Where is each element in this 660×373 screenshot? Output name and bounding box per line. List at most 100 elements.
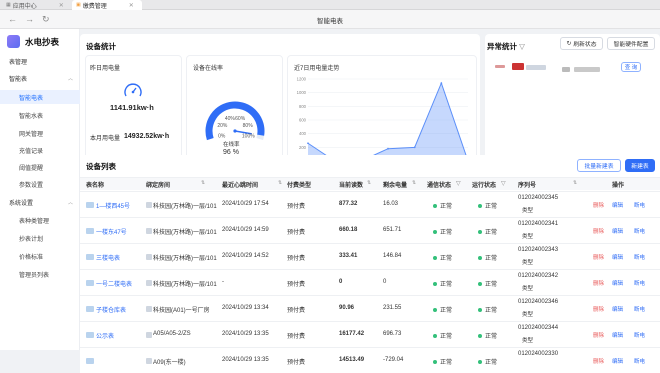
edit-link[interactable]: 编辑 — [612, 253, 623, 261]
table-row[interactable]: 子楼仓库表 科技园(A01)一号厂房 2024/10/29 13:34 预付费 90.9… — [80, 295, 660, 321]
sidebar-item-meter-types[interactable]: 表种类管理 — [0, 213, 80, 227]
data-point[interactable] — [413, 146, 416, 149]
sidebar-item-admin-list[interactable]: 管理员列表 — [0, 267, 80, 281]
close-icon[interactable]: ✕ — [59, 2, 64, 9]
sort-icon[interactable]: ⇅ — [573, 180, 577, 186]
edit-link[interactable]: 编辑 — [612, 279, 623, 287]
sidebar-item-params[interactable]: 参数设置 — [0, 177, 80, 191]
sidebar-item-threshold[interactable]: 阈值提醒 — [0, 160, 80, 174]
cell-comm: 正常 — [433, 331, 452, 340]
table-row[interactable]: 三楼电表 科技园(万林路)一层/101 2024/10/29 14:52 预付费 333… — [80, 243, 660, 269]
sidebar-item-recharge[interactable]: 充值记录 — [0, 143, 80, 157]
cell-name[interactable]: 一楼东47号 — [96, 227, 127, 236]
power-off-link[interactable]: 断电 — [634, 331, 645, 339]
cell-reading: 14513.49 — [339, 357, 365, 363]
delete-link[interactable]: 删除 — [593, 279, 604, 287]
sidebar-item-smart-electric-meter[interactable]: 智能电表 — [0, 90, 80, 104]
sidebar-item-system-settings[interactable]: 系统设置 ︿ — [0, 195, 80, 209]
table-row[interactable]: 1—楼西45号 科技园(万林路)一层/101 2024/10/29 17:54 预付费… — [80, 191, 660, 217]
gauge-tick-label: 100% — [242, 133, 255, 139]
power-off-link[interactable]: 断电 — [634, 279, 645, 287]
sidebar-item-reading-plan[interactable]: 抄表计划 — [0, 231, 80, 245]
data-point[interactable] — [440, 82, 443, 84]
col-header-comm: 通信状态 — [427, 183, 452, 189]
close-icon[interactable]: ✕ — [129, 2, 134, 9]
status-dot-icon — [433, 282, 437, 287]
edit-link[interactable]: 编辑 — [612, 201, 623, 209]
sort-icon[interactable]: ⇅ — [367, 180, 371, 186]
sidebar-item-meter-management[interactable]: 表管理 — [0, 54, 80, 68]
month-usage-value: 14932.52kw·h — [124, 133, 170, 140]
edit-link[interactable]: 编辑 — [612, 331, 623, 339]
power-off-link[interactable]: 断电 — [634, 253, 645, 261]
cell-serial: 012024002341 — [518, 221, 559, 227]
cell-run: 正常 — [478, 279, 497, 288]
delete-link[interactable]: 删除 — [593, 331, 604, 339]
edit-link[interactable]: 编辑 — [612, 227, 623, 235]
cell-name[interactable]: 子楼仓库表 — [96, 305, 126, 314]
button-label: 智能硬件配置 — [613, 42, 649, 48]
sidebar-item-label: 充值记录 — [19, 148, 44, 155]
sort-icon[interactable]: ⇅ — [412, 180, 416, 186]
filter-icon[interactable]: ▽ — [501, 180, 506, 187]
y-tick-label: 1200 — [297, 77, 307, 82]
data-point[interactable] — [387, 147, 389, 150]
cell-name[interactable]: 公示表 — [96, 331, 114, 340]
device-list-title: 设备列表 — [86, 162, 116, 171]
cell-serial: 012024002346 — [518, 299, 559, 305]
sidebar-item-smart-meter[interactable]: 智能表 ︿ — [0, 71, 80, 85]
delete-link[interactable]: 删除 — [593, 227, 604, 235]
tab-app-center[interactable]: ▦ 应用中心 ✕ — [2, 0, 72, 10]
sort-icon[interactable]: ⇅ — [201, 180, 205, 186]
sidebar-item-label: 表种类管理 — [19, 218, 50, 225]
power-off-link[interactable]: 断电 — [634, 201, 645, 209]
delete-link[interactable]: 删除 — [593, 305, 604, 313]
cell-run: 正常 — [478, 305, 497, 314]
cell-reading: 90.96 — [339, 305, 355, 311]
sidebar-item-smart-water-meter[interactable]: 智能水表 — [0, 108, 80, 122]
status-text: 正常 — [440, 308, 453, 314]
table-row[interactable]: 一楼东47号 科技园(万林路)一层/101 2024/10/29 14:59 预付费 6… — [80, 217, 660, 243]
redacted-text — [146, 254, 152, 260]
query-button[interactable]: 查 询 — [621, 62, 641, 72]
edit-link[interactable]: 编辑 — [612, 305, 623, 313]
sidebar-item-label: 抄表计划 — [19, 236, 44, 243]
table-row[interactable]: 一号二楼电表 科技园(万林路)一层/101- 预付费 0 0 正常 正常 0120240023… — [80, 269, 660, 295]
status-text: 正常 — [440, 360, 453, 366]
redacted-text — [86, 358, 94, 364]
power-off-link[interactable]: 断电 — [634, 227, 645, 235]
cell-room: 科技园(万林路)一层/101 — [153, 230, 217, 236]
cell-name[interactable]: 三楼电表 — [96, 253, 120, 262]
sidebar-item-label: 系统设置 — [9, 200, 34, 207]
refresh-status-button[interactable]: ↻ 刷新状态 — [560, 37, 603, 50]
status-dot-icon — [433, 256, 437, 261]
power-off-link[interactable]: 断电 — [634, 305, 645, 313]
filter-icon[interactable]: ▽ — [456, 180, 461, 187]
power-off-link[interactable]: 断电 — [634, 357, 645, 365]
batch-new-button[interactable]: 批量新建表 — [577, 159, 621, 172]
status-dot-icon — [433, 360, 437, 365]
cell-name[interactable]: 一号二楼电表 — [96, 279, 132, 288]
data-point[interactable] — [307, 142, 309, 145]
redacted-text — [495, 65, 505, 68]
delete-link[interactable]: 删除 — [593, 201, 604, 209]
new-meter-button[interactable]: 新建表 — [625, 159, 655, 172]
cell-remaining: 231.55 — [383, 305, 402, 311]
stats-title: 设备统计 — [86, 42, 116, 51]
sort-icon[interactable]: ⇅ — [278, 180, 282, 186]
hardware-config-button[interactable]: 智能硬件配置 — [607, 37, 655, 50]
delete-link[interactable]: 删除 — [593, 357, 604, 365]
delete-link[interactable]: 删除 — [593, 253, 604, 261]
table-row[interactable]: 公示表 A05/A05-2/ZS 2024/10/29 13:35 预付费 16177.… — [80, 321, 660, 347]
cell-name[interactable]: 1—楼西45号 — [96, 201, 130, 210]
sidebar-item-price-standard[interactable]: 价格标准 — [0, 249, 80, 263]
tab-billing[interactable]: ▣ 缴费管理 ✕ — [72, 0, 142, 10]
sidebar-item-gateway[interactable]: 网关管理 — [0, 126, 80, 140]
filter-icon[interactable]: ▽ — [519, 42, 525, 51]
redacted-text — [86, 254, 94, 260]
cell-comm: 正常 — [433, 201, 452, 210]
cell-room: A09(东一楼) — [153, 360, 186, 366]
cell-comm: 正常 — [433, 253, 452, 262]
edit-link[interactable]: 编辑 — [612, 357, 623, 365]
table-row[interactable]: A09(东一楼) 2024/10/29 13:35 预付费 14513.49 -729.… — [80, 347, 660, 373]
